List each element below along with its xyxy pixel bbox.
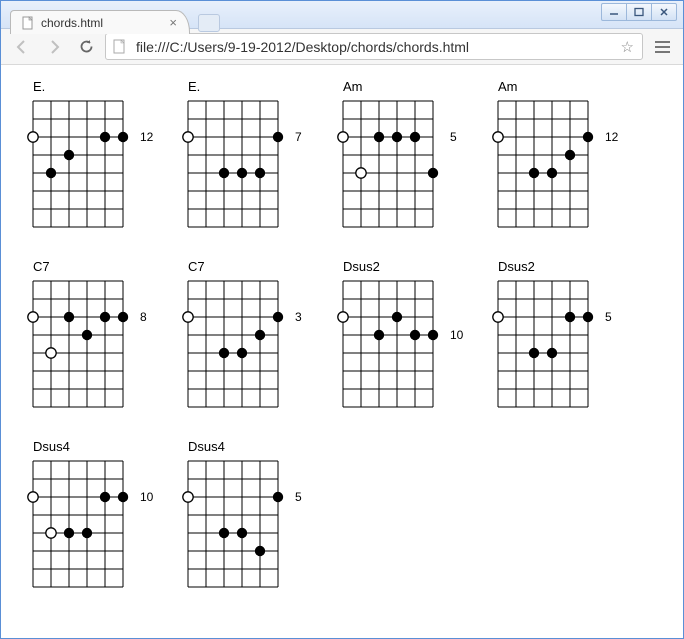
forward-button[interactable] [41,34,67,60]
chord-diagram: E. 7 [174,79,329,231]
fret-label: 3 [295,311,302,323]
fret-label: 12 [605,131,618,143]
chord-diagram: Dsus4 10 [19,439,174,591]
maximize-button[interactable] [626,3,652,21]
browser-tab[interactable]: chords.html × [10,10,190,34]
chord-diagram: Am 12 [484,79,639,231]
chord-name: Am [498,79,639,94]
fret-label: 5 [450,131,457,143]
chord-diagram: Dsus4 5 [174,439,329,591]
chord-name: C7 [188,259,329,274]
chord-name: Dsus2 [343,259,484,274]
browser-toolbar: ☆ [1,29,683,65]
tab-close-icon[interactable]: × [165,15,181,30]
chord-name: Dsus2 [498,259,639,274]
fret-label: 10 [140,491,153,503]
globe-icon [112,39,128,55]
tab-strip: chords.html × [10,8,220,34]
chord-diagram: Am 5 [329,79,484,231]
fret-label: 5 [605,311,612,323]
chord-name: Dsus4 [188,439,329,454]
reload-button[interactable] [73,34,99,60]
window-buttons [602,3,677,21]
chord-name: E. [33,79,174,94]
chord-diagram: E. 12 [19,79,174,231]
back-button[interactable] [9,34,35,60]
tab-title: chords.html [41,16,103,30]
fret-label: 5 [295,491,302,503]
chord-name: Dsus4 [33,439,174,454]
url-input[interactable] [134,38,619,56]
chord-grid: E. 12 E. 7 Am 5 Am 12 C7 8 C7 3 Dsus2 10 Dsus2 5 Dsus4 10… [19,79,665,619]
page-content: E. 12 E. 7 Am 5 Am 12 C7 8 C7 3 Dsus2 10 Dsus2 5 Dsus4 10… [1,65,683,638]
address-bar[interactable]: ☆ [105,33,643,60]
fret-label: 7 [295,131,302,143]
fret-label: 10 [450,329,463,341]
chord-diagram: Dsus2 10 [329,259,484,411]
chord-diagram: C7 8 [19,259,174,411]
chord-name: Am [343,79,484,94]
minimize-button[interactable] [601,3,627,21]
page-icon [21,16,35,30]
chord-name: E. [188,79,329,94]
chord-diagram: Dsus2 5 [484,259,639,411]
chord-diagram: C7 3 [174,259,329,411]
new-tab-button[interactable] [198,14,220,32]
close-button[interactable] [651,3,677,21]
bookmark-star-icon[interactable]: ☆ [619,38,636,56]
chord-name: C7 [33,259,174,274]
menu-button[interactable] [649,34,675,60]
fret-label: 12 [140,131,153,143]
fret-label: 8 [140,311,147,323]
